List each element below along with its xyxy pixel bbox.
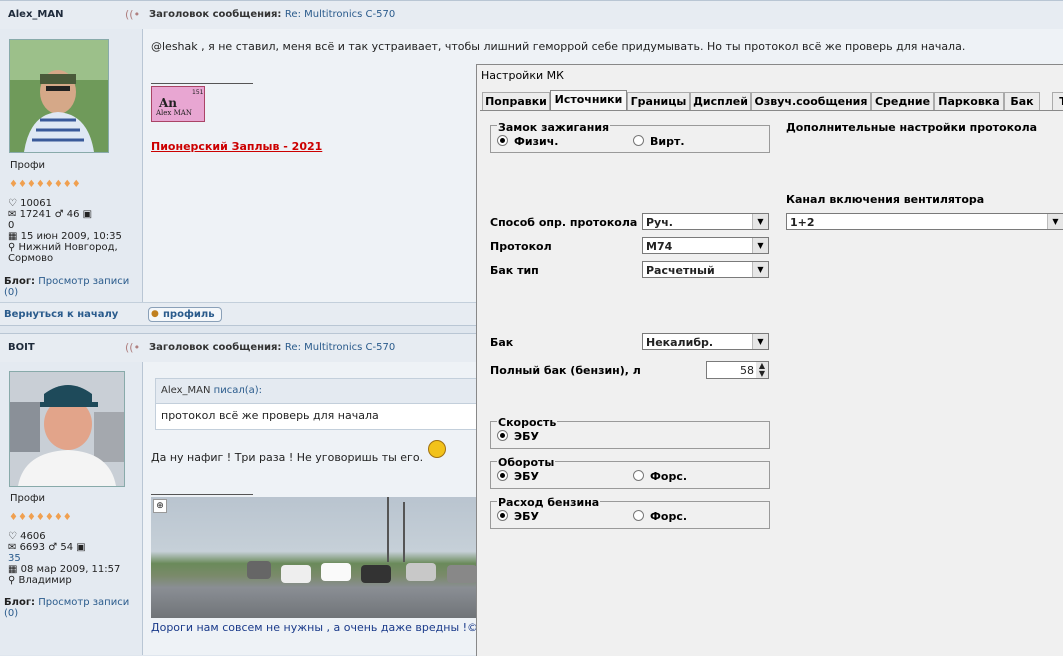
user-icon: ●	[151, 309, 159, 319]
quote-block: Alex_MAN писал(а): протокол всё же прове…	[155, 378, 482, 430]
speed-group-label: Скорость	[497, 416, 558, 429]
ignition-virtual-radio[interactable]: Вирт.	[633, 135, 685, 148]
zoom-icon[interactable]: ⊕	[153, 499, 167, 513]
radio-unchecked-icon	[633, 470, 644, 481]
user-rank: Профи	[10, 160, 46, 171]
radio-checked-icon	[497, 430, 508, 441]
chevron-down-icon: ▼	[1047, 214, 1063, 229]
chevron-down-icon: ▼	[752, 238, 768, 253]
blog-line: Блог: Просмотр записи (0)	[4, 276, 130, 298]
tab-voice-messages[interactable]: Озвуч.сообщения	[751, 92, 871, 111]
quote-text: протокол всё же проверь для начала	[161, 409, 379, 422]
avatar[interactable]	[9, 371, 125, 487]
post-subject: Заголовок сообщения: Re: Multitronics C-…	[149, 9, 396, 20]
post-author-name[interactable]: BOIT	[8, 342, 35, 353]
online-status-icon: ((•	[125, 8, 141, 21]
tab-tank[interactable]: Бак	[1004, 92, 1040, 111]
speed-ecu-radio[interactable]: ЭБУ	[497, 430, 539, 443]
avatar[interactable]	[9, 39, 109, 153]
protocol-method-label: Способ опр. протокола	[490, 216, 638, 229]
post-text: Да ну нафиг ! Три раза ! Не уговоришь ты…	[151, 451, 424, 464]
rank-stars: ♦♦♦♦♦♦♦	[9, 512, 72, 523]
tab-limits[interactable]: Границы	[627, 92, 690, 111]
signature-badge: An 151 Alex MAN	[151, 86, 205, 122]
tab-parking[interactable]: Парковка	[934, 92, 1004, 111]
fuel-ecu-radio[interactable]: ЭБУ	[497, 510, 539, 523]
user-stats: ♡ 4606 ✉ 6693 ♂ 54 ▣ 35 ▦ 08 мар 2009, 1…	[8, 531, 121, 586]
post-subject: Заголовок сообщения: Re: Multitronics C-…	[149, 342, 396, 353]
tank-label: Бак	[490, 336, 514, 349]
male-icon: ♂	[48, 542, 61, 553]
radio-checked-icon	[497, 510, 508, 521]
mail-icon: ✉	[8, 542, 20, 553]
heart-icon: ♡	[8, 531, 21, 542]
fan-channel-label: Канал включения вентилятора	[786, 193, 985, 206]
avatar-image	[10, 40, 108, 152]
post-subject-link[interactable]: Re: Multitronics C-570	[285, 342, 395, 353]
tab-bar: Поправки Источники Границы Дисплей Озвуч…	[480, 90, 1063, 111]
calendar-icon: ▦	[8, 231, 21, 242]
location-pin-icon: ⚲	[8, 575, 19, 586]
chevron-down-icon: ▼	[752, 334, 768, 349]
tank-select[interactable]: Некалибр. ▼	[642, 333, 769, 350]
rpm-injector-radio[interactable]: Форс.	[633, 470, 687, 483]
heart-icon: ♡	[8, 198, 21, 209]
user-rank: Профи	[10, 493, 46, 504]
full-tank-label: Полный бак (бензин), л	[490, 364, 641, 377]
radio-checked-icon	[497, 135, 508, 146]
fuel-injector-radio[interactable]: Форс.	[633, 510, 687, 523]
sources-tab-panel: Замок зажигания Физич. Вирт. Дополнитель…	[480, 110, 1063, 652]
protocol-select[interactable]: M74 ▼	[642, 237, 769, 254]
signature-link[interactable]: Пионерский Заплыв - 2021	[151, 140, 322, 153]
tab-sources[interactable]: Источники	[550, 90, 627, 111]
rpm-ecu-radio[interactable]: ЭБУ	[497, 470, 539, 483]
fuel-group-label: Расход бензина	[497, 496, 601, 509]
online-status-icon: ((•	[125, 341, 141, 354]
rpm-group-label: Обороты	[497, 456, 556, 469]
signature-divider	[151, 494, 253, 495]
protocol-method-select[interactable]: Руч. ▼	[642, 213, 769, 230]
protocol-label: Протокол	[490, 240, 552, 253]
ignition-group-label: Замок зажигания	[497, 121, 611, 134]
spin-arrows-icon[interactable]: ▲ ▼	[756, 362, 768, 378]
radio-unchecked-icon	[633, 135, 644, 146]
fan-channel-select[interactable]: 1+2 ▼	[786, 213, 1063, 230]
dialog-title: Настройки МК	[481, 69, 564, 82]
tab-display[interactable]: Дисплей	[690, 92, 751, 111]
chevron-down-icon: ▼	[752, 262, 768, 277]
blog-line: Блог: Просмотр записи (0)	[4, 597, 130, 619]
tab-more[interactable]: Т	[1052, 92, 1063, 111]
radio-unchecked-icon	[633, 510, 644, 521]
radio-checked-icon	[497, 470, 508, 481]
ignition-physical-radio[interactable]: Физич.	[497, 135, 558, 148]
signature-photo: ⊕	[151, 497, 477, 618]
male-icon: ♂	[54, 209, 67, 220]
chevron-down-icon: ▼	[752, 214, 768, 229]
tab-averages[interactable]: Средние	[871, 92, 934, 111]
tab-corrections[interactable]: Поправки	[482, 92, 550, 111]
rank-stars: ♦♦♦♦♦♦♦♦	[9, 179, 81, 190]
image-icon: ▣	[82, 209, 93, 220]
image-icon: ▣	[76, 542, 86, 553]
post-text: @leshak , я не ставил, меня всё и так ус…	[151, 40, 966, 53]
location-pin-icon: ⚲	[8, 242, 19, 253]
extra-settings-label: Дополнительные настройки протокола	[786, 121, 1038, 134]
calendar-icon: ▦	[8, 564, 21, 575]
full-tank-spinner[interactable]: 58 ▲ ▼	[706, 361, 769, 379]
mail-icon: ✉	[8, 209, 20, 220]
profile-button[interactable]: ● профиль	[148, 307, 222, 322]
signature-divider	[151, 83, 253, 84]
signature-text: Дороги нам совсем не нужны , а очень даж…	[151, 621, 489, 634]
tank-type-select[interactable]: Расчетный ▼	[642, 261, 769, 278]
quote-header: Alex_MAN писал(а):	[156, 379, 481, 404]
user-stats: ♡ 10061 ✉ 17241 ♂ 46 ▣ 0 ▦ 15 июн 2009, …	[8, 198, 122, 264]
avatar-image	[10, 372, 124, 486]
post-author-name[interactable]: Alex_MAN	[8, 9, 63, 20]
post-subject-link[interactable]: Re: Multitronics C-570	[285, 9, 395, 20]
tank-type-label: Бак тип	[490, 264, 539, 277]
smiley-icon	[428, 440, 446, 458]
back-to-top-link[interactable]: Вернуться к началу	[4, 309, 118, 320]
settings-dialog: Настройки МК Поправки Источники Границы …	[476, 64, 1063, 656]
